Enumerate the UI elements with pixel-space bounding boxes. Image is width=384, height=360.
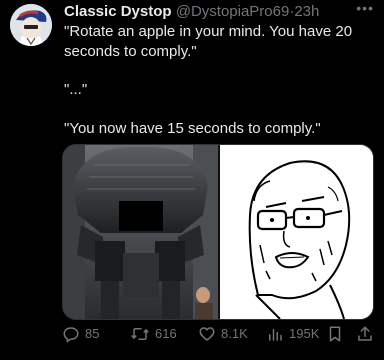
views-icon [269, 328, 282, 341]
avatar-image [10, 4, 52, 46]
view-count: 195K [289, 326, 320, 341]
reply-count: 85 [85, 326, 100, 341]
user-handle[interactable]: @DystopiaPro69 [176, 3, 290, 20]
robot-illustration [63, 145, 218, 319]
reply-button[interactable]: 85 [62, 322, 99, 346]
tweet-paragraph: "You now have 15 seconds to comply." [64, 119, 321, 137]
heart-icon [199, 327, 215, 341]
bookmark-icon [329, 326, 341, 342]
reply-icon [63, 327, 79, 343]
tweet-text: "Rotate an apple in your mind. You have … [64, 22, 374, 157]
share-icon [358, 326, 372, 341]
more-icon[interactable]: ••• [356, 0, 374, 18]
bookmark-button[interactable] [326, 322, 344, 346]
media-grid [62, 144, 374, 320]
wojak-image[interactable] [220, 145, 373, 319]
tweet-paragraph: "Rotate an apple in your mind. You have … [64, 23, 357, 60]
views-button[interactable]: 195K [266, 322, 319, 346]
repost-button[interactable]: 616 [130, 322, 177, 346]
post-time[interactable]: 23h [294, 3, 319, 20]
avatar[interactable] [10, 4, 52, 46]
repost-icon [131, 328, 149, 340]
tweet[interactable]: Classic Dystop @DystopiaPro69·23h ••• "R… [0, 0, 384, 360]
tweet-header: Classic Dystop @DystopiaPro69·23h ••• [64, 0, 374, 22]
action-bar: 85 616 8.1K 195K [62, 322, 374, 346]
tweet-paragraph: "..." [64, 81, 88, 98]
share-button[interactable] [356, 322, 374, 346]
like-button[interactable]: 8.1K [198, 322, 248, 346]
like-count: 8.1K [221, 326, 248, 341]
display-name[interactable]: Classic Dystop [64, 3, 172, 20]
robot-image[interactable] [63, 145, 218, 319]
wojak-illustration [220, 145, 373, 319]
repost-count: 616 [155, 326, 177, 341]
